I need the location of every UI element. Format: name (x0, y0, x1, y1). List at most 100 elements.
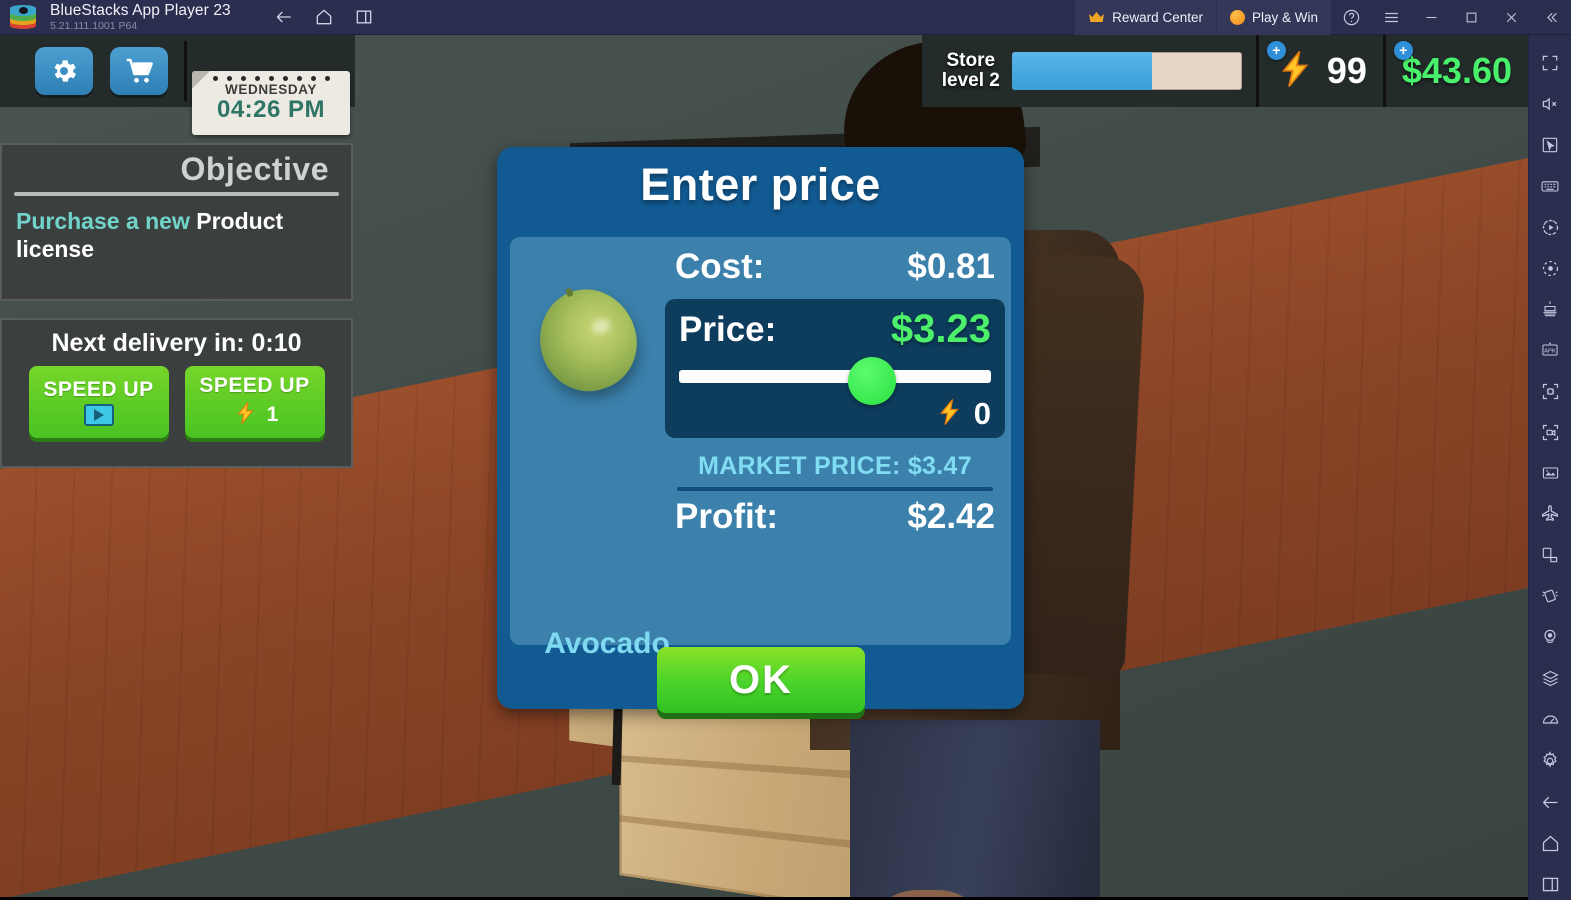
multi-instance-icon[interactable] (1530, 658, 1570, 698)
objective-panel: Objective Purchase a new Product license (0, 143, 353, 301)
profit-value: $2.42 (907, 497, 995, 536)
bluestacks-window: BlueStacks App Player 23 5.21.111.1001 P… (0, 0, 1571, 900)
store-level-widget: Store level 2 (921, 35, 1256, 107)
store-level-line2: level 2 (941, 70, 1000, 91)
settings-button[interactable] (35, 47, 93, 95)
calendar-day: WEDNESDAY (225, 82, 317, 97)
reward-center-button[interactable]: Reward Center (1074, 0, 1216, 35)
apk-install-icon[interactable]: APK (1530, 330, 1570, 370)
cursor-icon[interactable] (1530, 125, 1570, 165)
video-ad-icon (83, 404, 114, 426)
objective-title: Objective (180, 151, 329, 187)
slider-energy-cost: 0 (675, 396, 995, 432)
crown-icon (1088, 11, 1105, 24)
profit-divider (677, 487, 993, 491)
media-manager-icon[interactable] (1530, 453, 1570, 493)
profit-row: Profit: $2.42 (665, 497, 1005, 537)
mute-icon[interactable] (1530, 84, 1570, 124)
price-slider-track[interactable] (679, 370, 991, 383)
money-value: $43.60 (1401, 50, 1512, 91)
record-icon[interactable] (1530, 248, 1570, 288)
dialog-body: Avocado Cost: $0.81 Price: $3.23 0 MARKE… (510, 237, 1011, 660)
money-counter[interactable]: + $43.60 (1382, 35, 1528, 107)
cost-row: Cost: $0.81 (665, 247, 1005, 287)
store-level-line1: Store (946, 50, 996, 72)
close-button[interactable] (1491, 0, 1531, 35)
recents-icon[interactable] (353, 6, 375, 28)
help-button[interactable] (1331, 0, 1371, 35)
cart-icon (126, 58, 153, 83)
gear-icon (54, 60, 76, 82)
ok-button-label: OK (729, 657, 793, 702)
speed-up-ad-button[interactable]: SPEED UP (28, 366, 169, 438)
svg-text:APK: APK (1544, 349, 1556, 355)
calendar-time: 04:26 PM (216, 96, 326, 123)
profit-label: Profit: (675, 497, 779, 536)
ok-button[interactable]: OK (657, 647, 865, 713)
cost-label: Cost: (675, 247, 765, 286)
location-icon[interactable] (1530, 617, 1570, 657)
speed-up-ad-label: SPEED UP (43, 378, 154, 401)
collapse-button[interactable] (1531, 0, 1571, 35)
maximize-button[interactable] (1451, 0, 1491, 35)
keyboard-icon[interactable] (1530, 166, 1570, 206)
app-version: 5.21.111.1001 P64 (50, 20, 138, 32)
rotate-icon[interactable] (1530, 535, 1570, 575)
hud-right: Store level 2 + 99 + $43.60 (921, 35, 1528, 107)
objective-text: Purchase a new Product license (2, 196, 351, 263)
cost-value: $0.81 (907, 247, 995, 286)
price-slider[interactable] (679, 357, 991, 405)
store-level-progress (1011, 52, 1242, 90)
orange-badge-icon (1229, 10, 1245, 25)
title-bar: BlueStacks App Player 23 5.21.111.1001 P… (0, 0, 1571, 35)
home-icon[interactable] (313, 6, 335, 28)
shake-icon[interactable] (1530, 576, 1570, 616)
speed-up-gem-cost: 1 (266, 403, 279, 426)
video-record-icon[interactable] (1530, 412, 1570, 452)
avocado-icon (526, 276, 650, 404)
bluestacks-logo-icon (10, 4, 36, 30)
lightning-icon (933, 397, 967, 432)
speed-up-gem-label: SPEED UP (199, 373, 310, 397)
play-and-win-button[interactable]: Play & Win (1215, 0, 1331, 35)
menu-button[interactable] (1371, 0, 1411, 35)
price-label: Price: (679, 309, 777, 349)
enter-price-dialog: Enter price Avocado Cost: $0.81 Price: $… (497, 147, 1024, 713)
minimize-button[interactable] (1411, 0, 1451, 35)
home-icon[interactable] (1530, 823, 1570, 863)
price-slider-handle[interactable] (848, 357, 897, 405)
lightning-icon (231, 400, 261, 431)
recents-icon[interactable] (1530, 864, 1570, 900)
play-and-win-label: Play & Win (1251, 10, 1318, 25)
reward-center-label: Reward Center (1112, 10, 1203, 25)
market-price: MARKET PRICE: $3.47 (698, 452, 972, 480)
back-arrow-icon[interactable] (1530, 782, 1570, 822)
price-value: $3.23 (890, 307, 991, 351)
shop-button[interactable] (110, 47, 168, 95)
price-box: Price: $3.23 0 (665, 299, 1005, 438)
dialog-title: Enter price (640, 159, 881, 210)
app-title: BlueStacks App Player 23 (50, 1, 231, 19)
objective-highlight: Purchase a new (16, 208, 190, 234)
product-image (526, 276, 650, 404)
speed-up-gem-button[interactable]: SPEED UP 1 (184, 366, 325, 438)
gamepad-icon[interactable] (1530, 289, 1570, 329)
money-plus-icon[interactable]: + (1393, 41, 1413, 60)
performance-icon[interactable] (1530, 699, 1570, 739)
energy-plus-icon[interactable]: + (1266, 41, 1286, 60)
hud-divider (184, 41, 187, 101)
calendar-widget: WEDNESDAY 04:26 PM (192, 71, 350, 135)
slider-energy-value: 0 (973, 396, 991, 431)
screenshot-icon[interactable] (1530, 371, 1570, 411)
delivery-timer: Next delivery in: 0:10 (51, 329, 302, 357)
airplane-icon[interactable] (1530, 494, 1570, 534)
fullscreen-icon[interactable] (1530, 43, 1570, 83)
energy-value: 99 (1326, 50, 1367, 91)
delivery-panel: Next delivery in: 0:10 SPEED UP SPEED UP (0, 318, 353, 468)
back-icon[interactable] (273, 6, 295, 28)
game-viewport[interactable]: WEDNESDAY 04:26 PM Store level 2 + 99 + … (0, 35, 1528, 897)
settings-gear-icon[interactable] (1530, 741, 1570, 781)
bluestacks-sidebar: APK (1528, 35, 1571, 900)
energy-counter[interactable]: + 99 (1255, 35, 1383, 107)
macro-play-icon[interactable] (1530, 207, 1570, 247)
